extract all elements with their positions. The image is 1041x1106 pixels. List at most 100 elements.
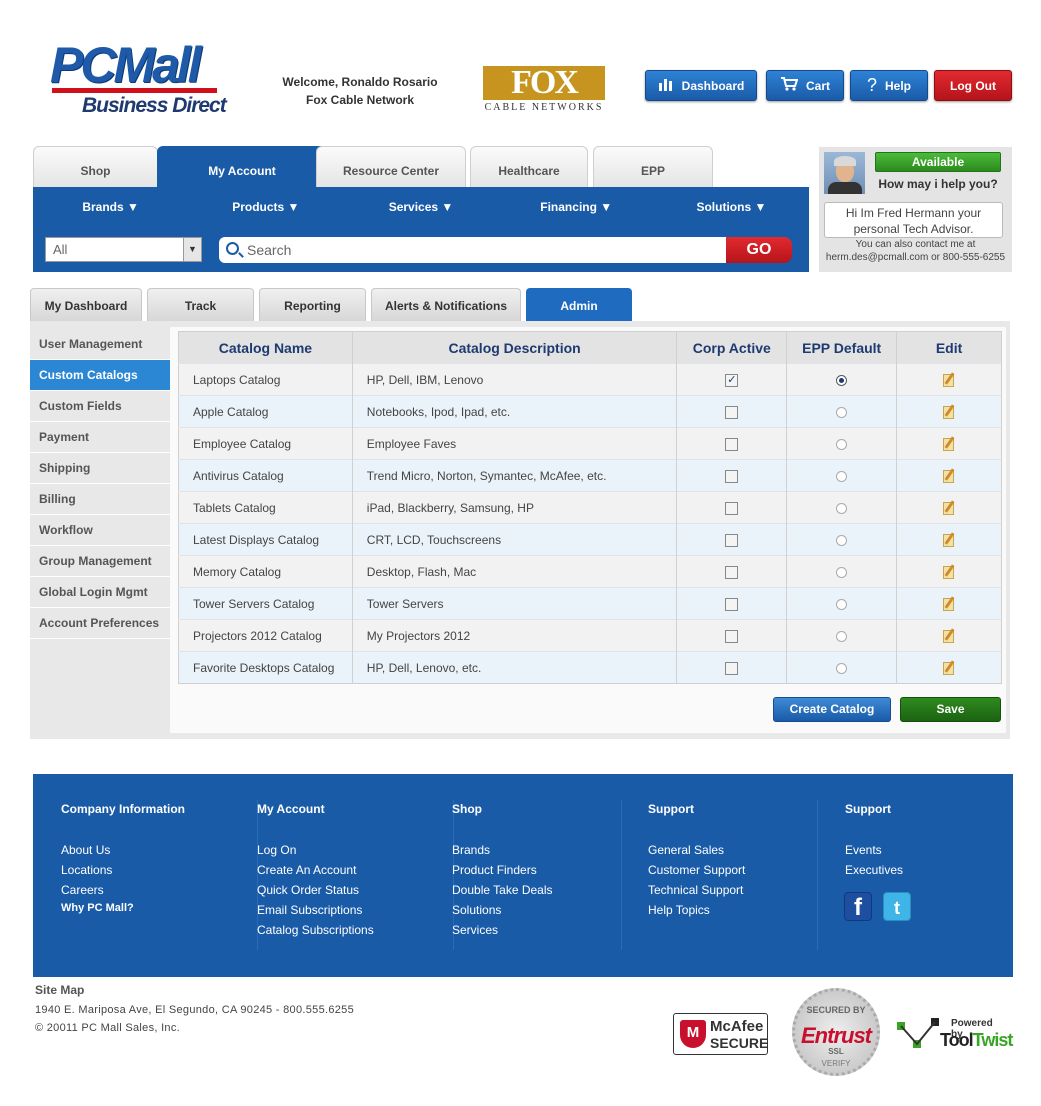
sidebar-item-billing[interactable]: Billing [30,484,170,515]
subtab-track[interactable]: Track [147,288,254,322]
footer-link[interactable]: Product Finders [452,860,553,880]
cart-button[interactable]: Cart [766,70,844,101]
edit-icon[interactable] [942,372,956,387]
sidebar-item-workflow[interactable]: Workflow [30,515,170,546]
pcmall-logo[interactable]: PCMall Business Direct [50,40,240,120]
tab-resource-center[interactable]: Resource Center [316,146,466,188]
menu-solutions[interactable]: Solutions ▼ [654,187,809,227]
edit-icon[interactable] [942,532,956,547]
corp-active-checkbox[interactable] [725,629,739,643]
footer-link[interactable]: Careers [61,880,185,900]
footer-link[interactable]: Help Topics [648,900,745,920]
footer-link[interactable]: Services [452,920,553,940]
footer-link[interactable]: General Sales [648,840,745,860]
footer-link[interactable]: Technical Support [648,880,745,900]
available-button[interactable]: Available [875,152,1001,172]
logout-button[interactable]: Log Out [934,70,1012,101]
footer-link[interactable]: Quick Order Status [257,880,374,900]
footer-link[interactable]: Create An Account [257,860,374,880]
category-select[interactable]: All ▼ [45,237,202,262]
epp-default-radio[interactable] [836,406,848,418]
entrust-ssl-badge[interactable]: SECURED BY Entrust SSL VERIFY [792,988,880,1076]
corp-active-checkbox[interactable] [725,469,739,483]
sidebar-item-global-login[interactable]: Global Login Mgmt [30,577,170,608]
epp-default-radio[interactable] [836,598,848,610]
menu-financing[interactable]: Financing ▼ [499,187,654,227]
tab-shop[interactable]: Shop [33,146,158,188]
corp-active-checkbox[interactable] [725,533,739,547]
epp-default-radio[interactable] [836,502,848,514]
epp-default-radio[interactable] [836,566,848,578]
subtab-admin[interactable]: Admin [526,288,632,322]
edit-icon[interactable] [942,436,956,451]
table-row: Laptops Catalog HP, Dell, IBM, Lenovo ✓ [178,363,1002,396]
edit-icon[interactable] [942,468,956,483]
mcafee-secure-badge[interactable]: M McAfee SECURE [673,1013,768,1055]
epp-default-radio[interactable] [836,534,848,546]
corp-active-checkbox[interactable] [725,597,739,611]
menu-products[interactable]: Products ▼ [188,187,343,227]
corp-active-checkbox[interactable]: ✓ [725,373,739,387]
footer-link[interactable]: Brands [452,840,553,860]
site-map-link[interactable]: Site Map [35,983,84,997]
epp-default-radio[interactable] [836,374,848,386]
epp-default-radio[interactable] [836,630,848,642]
sidebar-item-account-preferences[interactable]: Account Preferences [30,608,170,639]
edit-icon[interactable] [942,660,956,675]
footer-link[interactable]: Double Take Deals [452,880,553,900]
tab-my-account[interactable]: My Account [157,146,327,188]
corp-active-checkbox[interactable] [725,661,739,675]
edit-icon[interactable] [942,596,956,611]
sidebar-item-custom-fields[interactable]: Custom Fields [30,391,170,422]
sidebar-item-payment[interactable]: Payment [30,422,170,453]
chevron-down-icon[interactable]: ▼ [183,238,201,261]
menu-services[interactable]: Services ▼ [343,187,498,227]
create-catalog-button[interactable]: Create Catalog [773,697,891,722]
go-button[interactable]: GO [726,237,792,263]
sidebar-item-custom-catalogs[interactable]: Custom Catalogs [30,360,170,391]
subtab-reporting[interactable]: Reporting [259,288,366,322]
save-button[interactable]: Save [900,697,1001,722]
sidebar-item-group-management[interactable]: Group Management [30,546,170,577]
edit-icon[interactable] [942,404,956,419]
advisor-contact-line2[interactable]: herm.des@pcmall.com or 800-555-6255 [819,251,1012,264]
footer-link[interactable]: Events [845,840,903,860]
corp-active-checkbox[interactable] [725,565,739,579]
edit-icon[interactable] [942,500,956,515]
twitter-icon[interactable]: t [883,892,911,921]
sidebar-item-shipping[interactable]: Shipping [30,453,170,484]
col-catalog-name[interactable]: Catalog Name [178,331,353,364]
footer-link[interactable]: Log On [257,840,374,860]
footer-link[interactable]: Email Subscriptions [257,900,374,920]
footer-link[interactable]: Executives [845,860,903,880]
footer-link[interactable]: Catalog Subscriptions [257,920,374,940]
col-corp-active[interactable]: Corp Active [676,331,788,364]
edit-icon[interactable] [942,628,956,643]
footer-link[interactable]: Solutions [452,900,553,920]
sidebar-item-user-management[interactable]: User Management [30,329,170,360]
epp-default-radio[interactable] [836,662,848,674]
footer-link[interactable]: About Us [61,840,185,860]
dashboard-button[interactable]: Dashboard [645,70,757,101]
col-catalog-description[interactable]: Catalog Description [352,331,678,364]
search-input[interactable]: Search [219,237,727,263]
facebook-icon[interactable]: f [844,892,872,921]
epp-default-radio[interactable] [836,438,848,450]
footer-link[interactable]: Locations [61,860,185,880]
corp-active-checkbox[interactable] [725,405,739,419]
subtab-my-dashboard[interactable]: My Dashboard [30,288,142,322]
footer-link-why-pcmall[interactable]: Why PC Mall? [61,900,185,916]
tab-epp[interactable]: EPP [593,146,713,188]
tooltwist-badge[interactable]: Powered by ToolTwist [895,1016,1013,1056]
subtab-alerts[interactable]: Alerts & Notifications [371,288,521,322]
footer-link[interactable]: Customer Support [648,860,745,880]
tab-healthcare[interactable]: Healthcare [470,146,588,188]
corp-active-checkbox[interactable] [725,501,739,515]
edit-icon[interactable] [942,564,956,579]
advisor-message[interactable]: Hi Im Fred Hermann your personal Tech Ad… [824,202,1003,238]
help-button[interactable]: ? Help [850,70,928,101]
col-epp-default[interactable]: EPP Default [786,331,898,364]
epp-default-radio[interactable] [836,470,848,482]
menu-brands[interactable]: Brands ▼ [33,187,188,227]
corp-active-checkbox[interactable] [725,437,739,451]
